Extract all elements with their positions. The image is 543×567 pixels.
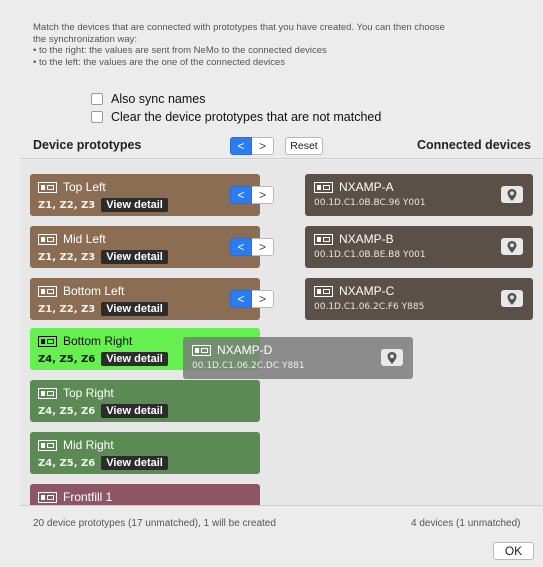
- clear-unmatched-checkbox[interactable]: Clear the device prototypes that are not…: [91, 110, 381, 124]
- device-icon: [38, 285, 57, 297]
- intro-line: • to the right: the values are sent from…: [33, 45, 327, 56]
- prototype-card[interactable]: Bottom Left Z1, Z2, Z3 View detail: [30, 278, 260, 320]
- prototype-name: Bottom Left: [63, 284, 125, 298]
- also-sync-names-checkbox[interactable]: Also sync names: [91, 92, 205, 106]
- connected-device-card[interactable]: NXAMP-C 00.1D.C1.06.2C.F6 Y885: [305, 278, 533, 320]
- connected-device-card[interactable]: NXAMP-A 00.1D.C1.0B.BC.96 Y001: [305, 174, 533, 216]
- prototype-name: Top Left: [63, 180, 106, 194]
- device-icon: [38, 233, 57, 245]
- row-sync-direction-control[interactable]: < >: [230, 290, 274, 308]
- view-detail-button[interactable]: View detail: [101, 250, 168, 264]
- intro-line: • to the left: the values are the one of…: [33, 56, 286, 68]
- row-sync-direction-control[interactable]: < >: [230, 238, 274, 256]
- sync-right-button[interactable]: >: [252, 137, 274, 155]
- matching-list[interactable]: Top Left Z1, Z2, Z3 View detail < > NXAMP…: [20, 160, 543, 505]
- sync-left-button[interactable]: <: [230, 137, 252, 155]
- chevron-left-icon: <: [237, 240, 245, 254]
- view-detail-button[interactable]: View detail: [101, 404, 168, 418]
- device-id: 00.1D.C1.06.2C.F6 Y885: [314, 302, 425, 312]
- device-icon: [192, 344, 211, 356]
- device-name: NXAMP-A: [339, 180, 394, 194]
- prototype-card[interactable]: Top Left Z1, Z2, Z3 View detail: [30, 174, 260, 216]
- view-detail-button[interactable]: View detail: [101, 456, 168, 470]
- sync-right-button[interactable]: >: [252, 238, 274, 256]
- chevron-left-icon: <: [237, 188, 245, 202]
- prototype-name: Bottom Right: [63, 334, 133, 348]
- prototype-zones: Z4, Z5, Z6: [38, 353, 96, 365]
- ok-button[interactable]: OK: [493, 542, 534, 560]
- prototype-zones: Z4, Z5, Z6: [38, 457, 96, 469]
- connected-devices-heading: Connected devices: [417, 138, 531, 152]
- checkbox-box[interactable]: [91, 111, 103, 123]
- prototype-name: Top Right: [63, 386, 114, 400]
- prototype-zones: Z4, Z5, Z6: [38, 405, 96, 417]
- chevron-right-icon: >: [258, 139, 266, 153]
- device-prototypes-heading: Device prototypes: [33, 138, 142, 152]
- intro-line: Match the devices that are connected wit…: [33, 22, 445, 33]
- intro-text: Match the devices that are connected wit…: [33, 22, 533, 68]
- checkbox-label: Also sync names: [111, 92, 206, 106]
- sync-left-button[interactable]: <: [230, 290, 252, 308]
- intro-line: the synchronization way:: [33, 33, 138, 45]
- device-name: NXAMP-D: [217, 343, 273, 357]
- device-icon: [38, 181, 57, 193]
- connected-device-card[interactable]: NXAMP-B 00.1D.C1.0B.BE.B8 Y001: [305, 226, 533, 268]
- device-name: NXAMP-C: [339, 284, 395, 298]
- device-icon: [38, 335, 57, 347]
- chevron-right-icon: >: [258, 240, 266, 254]
- prototype-card[interactable]: Top Right Z4, Z5, Z6 View detail: [30, 380, 260, 422]
- chevron-left-icon: <: [237, 292, 245, 306]
- checkbox-box[interactable]: [91, 93, 103, 105]
- device-id: 00.1D.C1.0B.BE.B8 Y001: [314, 250, 426, 260]
- chevron-right-icon: >: [258, 292, 266, 306]
- device-icon: [314, 233, 333, 245]
- sync-left-button[interactable]: <: [230, 186, 252, 204]
- prototype-zones: Z1, Z2, Z3: [38, 199, 96, 211]
- prototype-name: Mid Right: [63, 438, 114, 452]
- row-sync-direction-control[interactable]: < >: [230, 186, 274, 204]
- device-id: 00.1D.C1.06.2C.DC Y881: [192, 361, 305, 371]
- prototype-card[interactable]: Frontfill 1: [30, 484, 260, 505]
- device-icon: [38, 387, 57, 399]
- device-summary: 4 devices (1 unmatched): [411, 518, 521, 529]
- checkbox-label: Clear the device prototypes that are not…: [111, 110, 382, 124]
- divider: [20, 505, 543, 506]
- chevron-right-icon: >: [258, 188, 266, 202]
- chevron-left-icon: <: [237, 139, 245, 153]
- pin-icon[interactable]: [501, 186, 523, 203]
- device-icon: [38, 491, 57, 503]
- prototype-summary: 20 device prototypes (17 unmatched), 1 w…: [33, 518, 276, 529]
- reset-button[interactable]: Reset: [285, 137, 323, 155]
- pin-icon[interactable]: [501, 290, 523, 307]
- device-id: 00.1D.C1.0B.BC.96 Y001: [314, 198, 426, 208]
- pin-icon[interactable]: [381, 349, 403, 366]
- dragged-device-card[interactable]: NXAMP-D 00.1D.C1.06.2C.DC Y881: [183, 337, 413, 379]
- prototype-card[interactable]: Mid Right Z4, Z5, Z6 View detail: [30, 432, 260, 474]
- device-icon: [314, 285, 333, 297]
- sync-left-button[interactable]: <: [230, 238, 252, 256]
- view-detail-button[interactable]: View detail: [101, 302, 168, 316]
- prototype-zones: Z1, Z2, Z3: [38, 251, 96, 263]
- sync-right-button[interactable]: >: [252, 290, 274, 308]
- prototype-card[interactable]: Mid Left Z1, Z2, Z3 View detail: [30, 226, 260, 268]
- prototype-zones: Z1, Z2, Z3: [38, 303, 96, 315]
- view-detail-button[interactable]: View detail: [101, 352, 168, 366]
- pin-icon[interactable]: [501, 238, 523, 255]
- divider: [20, 158, 543, 159]
- global-sync-direction-control[interactable]: < >: [230, 137, 274, 155]
- view-detail-button[interactable]: View detail: [101, 198, 168, 212]
- device-icon: [314, 181, 333, 193]
- sync-right-button[interactable]: >: [252, 186, 274, 204]
- prototype-name: Frontfill 1: [63, 490, 113, 504]
- device-name: NXAMP-B: [339, 232, 394, 246]
- prototype-name: Mid Left: [63, 232, 106, 246]
- device-icon: [38, 439, 57, 451]
